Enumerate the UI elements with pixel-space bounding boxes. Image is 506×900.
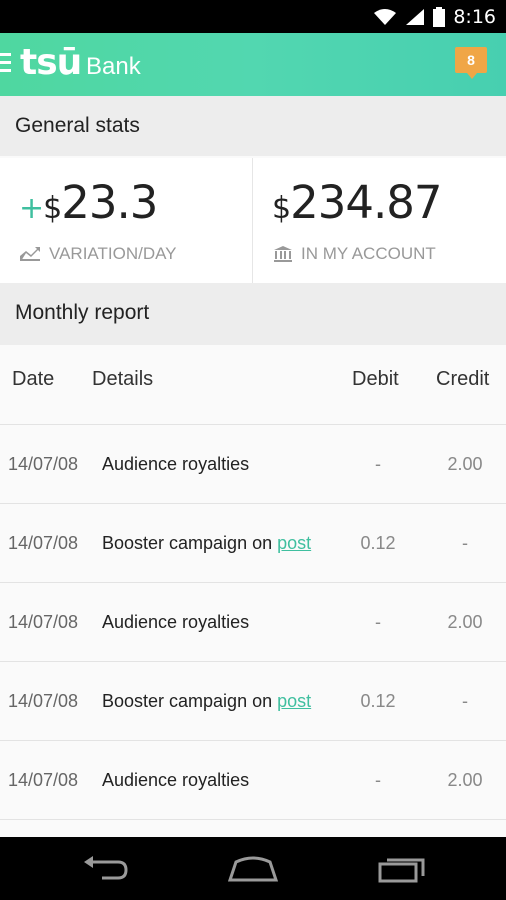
column-details[interactable]: Details [92,368,153,391]
column-date[interactable]: Date [12,368,54,391]
row-date: 14/07/08 [8,691,79,711]
account-label-row: IN MY ACCOUNT [274,244,436,264]
bank-icon [274,246,292,262]
variation-amount: +$23.3 [19,176,158,229]
home-icon [228,856,278,882]
row-debit: - [375,454,381,474]
back-button[interactable] [75,853,135,885]
row-credit: - [462,691,468,711]
account-amount: $234.87 [272,176,443,229]
report-table: Date Details Debit Credit 14/07/08 Audien… [0,345,506,837]
variation-label: VARIATION/DAY [49,244,177,263]
account-stat: $234.87 IN MY ACCOUNT [254,158,506,283]
menu-icon[interactable] [0,53,11,75]
account-value: 234.87 [290,176,442,229]
row-credit: 2.00 [447,612,483,632]
wifi-icon [374,9,397,25]
general-stats-title: General stats [15,114,140,137]
table-row[interactable]: 14/07/08 Booster campaign on post 0.12 - [0,662,506,741]
row-details-text: Audience royalties [102,454,250,474]
row-date: 14/07/08 [8,533,79,553]
row-details-text: Booster campaign on [102,691,273,711]
row-date: 14/07/08 [8,770,79,790]
table-row[interactable]: 14/07/08 Audience royalties - 2.00 [0,741,506,820]
row-details-text: Booster campaign on [102,533,273,553]
navigation-bar [0,837,506,900]
monthly-report-title: Monthly report [15,301,150,324]
row-details: Booster campaign on post [102,691,311,712]
row-details: Audience royalties [102,770,249,791]
back-icon [84,856,128,880]
row-debit: 0.12 [360,533,396,553]
table-row[interactable]: 14/07/08 Booster campaign on post 0.12 - [0,504,506,583]
row-details: Booster campaign on post [102,533,311,554]
status-bar: 8:16 [0,0,506,33]
variation-label-row: VARIATION/DAY [20,244,177,264]
variation-currency: $ [43,191,62,226]
app-logo[interactable]: tsū [20,42,82,83]
column-credit[interactable]: Credit [436,368,489,391]
stats-panel: +$23.3 VARIATION/DAY $234.87 IN MY ACCOU… [0,158,506,283]
table-row[interactable]: 14/07/08 Audience royalties - 2.00 [0,583,506,662]
row-details-text: Audience royalties [102,612,250,632]
clock: 8:16 [453,6,496,28]
chart-icon [20,247,40,261]
row-details: Audience royalties [102,454,249,475]
row-credit: 2.00 [447,770,483,790]
column-debit[interactable]: Debit [352,368,399,391]
row-debit: 0.12 [360,691,396,711]
row-credit: - [462,533,468,553]
account-currency: $ [272,191,291,226]
variation-value: 23.3 [61,176,158,229]
row-date: 14/07/08 [8,454,79,474]
variation-stat: +$23.3 VARIATION/DAY [0,158,253,283]
row-details-text: Audience royalties [102,770,250,790]
table-header: Date Details Debit Credit [0,345,506,425]
row-debit: - [375,770,381,790]
row-details: Audience royalties [102,612,249,633]
post-link[interactable]: post [277,691,311,711]
app-bar: tsū Bank 8 [0,33,506,96]
variation-sign: + [19,191,44,226]
general-stats-header: General stats [0,96,506,156]
recents-icon [378,858,425,883]
row-debit: - [375,612,381,632]
row-date: 14/07/08 [8,612,79,632]
signal-icon [406,9,425,25]
account-label: IN MY ACCOUNT [301,244,436,263]
recents-button[interactable] [372,853,432,885]
post-link[interactable]: post [277,533,311,553]
table-row[interactable]: 14/07/08 Audience royalties - 2.00 [0,425,506,504]
home-button[interactable] [223,853,283,885]
row-credit: 2.00 [447,454,483,474]
battery-icon [433,7,446,27]
page-title: Bank [86,53,141,80]
notification-badge[interactable]: 8 [455,47,487,79]
monthly-report-header: Monthly report [0,283,506,345]
